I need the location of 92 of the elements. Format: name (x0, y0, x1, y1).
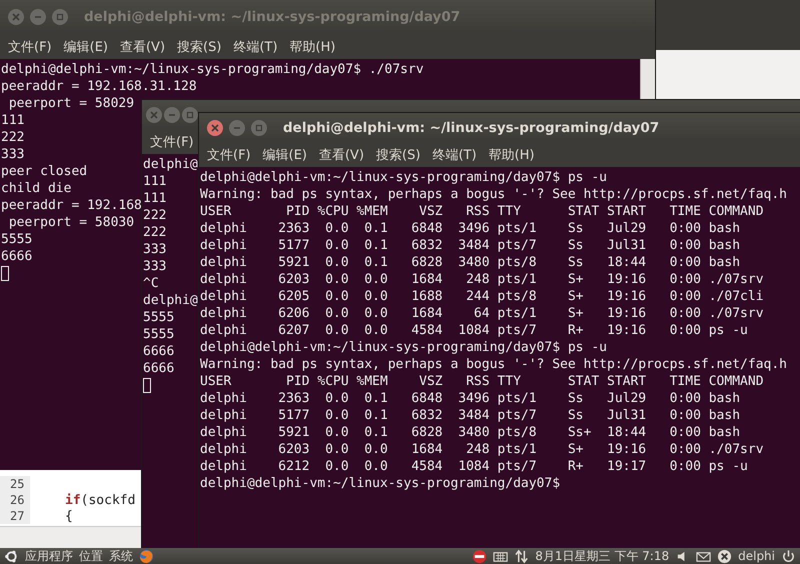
window-title: delphi@delphi-vm: ~/linux-sys-programing/day07 (84, 9, 460, 25)
close-button[interactable] (8, 9, 24, 25)
terminal-line: delphi@ (143, 156, 198, 173)
menu-item[interactable]: 查看(V) (318, 146, 364, 164)
terminal-line: 111 (143, 173, 166, 190)
terminal-line: delphi 2363 0.0 0.1 6848 3496 pts/1 Ss Jul29 0:00 bash (200, 220, 740, 237)
terminal-line: 333 (143, 241, 166, 258)
menu-item[interactable]: 编辑(E) (262, 146, 307, 164)
terminal-line: peer closed (1, 163, 88, 180)
terminal-line: delphi 6205 0.0 0.0 1688 244 pts/8 S+ 19:16 0:00 ./07cli (200, 288, 764, 305)
terminal-line: delphi@delphi-vm:~/linux-sys-programing/day07$ (200, 475, 560, 492)
menu-item[interactable]: 文件(F) (150, 132, 194, 150)
terminal-line: delphi 5921 0.0 0.1 6828 3480 pts/8 Ss 18:44 0:00 bash (200, 254, 740, 271)
terminal-line: delphi 5177 0.0 0.1 6832 3484 pts/7 Ss Jul31 0:00 bash (200, 237, 740, 254)
menu-item[interactable]: 查看(V) (120, 38, 166, 56)
terminal-line: 222 (143, 224, 166, 241)
terminal-line: delphi 5177 0.0 0.1 6832 3484 pts/7 Ss Jul31 0:00 bash (200, 407, 740, 424)
menu-item[interactable]: 帮助(H) (290, 38, 336, 56)
menu-item[interactable]: 文件(F) (207, 146, 251, 164)
code-line: if(sockfd (64, 492, 136, 508)
terminal-line: delphi 6203 0.0 0.0 1684 248 pts/1 S+ 19:16 0:00 ./07srv (200, 271, 764, 288)
terminal-line: 5555 (143, 309, 174, 326)
menu-item[interactable]: 终端(T) (233, 38, 278, 56)
panel-menu[interactable]: 系统 (109, 548, 133, 564)
close-button[interactable] (146, 106, 162, 122)
up-down-arrows-icon[interactable] (514, 548, 530, 564)
terminal-line: Warning: bad ps syntax, perhaps a bogus '-'? See http://procps.sf.net/faq.h (200, 186, 787, 203)
maximize-icon (186, 110, 194, 118)
maximize-button[interactable] (182, 106, 198, 122)
ubuntu-logo-icon[interactable] (4, 548, 19, 564)
terminal-line: 6666 (1, 248, 32, 265)
terminal-line: 111 (1, 112, 24, 129)
terminal-line: delphi@ (143, 292, 198, 309)
line-number: 25 (0, 476, 30, 492)
menu-item[interactable]: 搜索(S) (376, 146, 420, 164)
terminal-line: 5555 (143, 326, 174, 343)
terminal-line: 6666 (143, 343, 174, 360)
terminal-line: delphi 6203 0.0 0.0 1684 248 pts/1 S+ 19:16 0:00 ./07srv (200, 441, 764, 458)
panel-menu[interactable]: 位置 (79, 548, 103, 564)
terminal-line: 333 (1, 146, 24, 163)
terminal-line: Warning: bad ps syntax, perhaps a bogus '-'? See http://procps.sf.net/faq.h (200, 356, 787, 373)
terminal-line: peerport = 58030 (8, 214, 134, 231)
panel-menu[interactable]: 应用程序 (25, 548, 73, 564)
terminal-line: delphi 2363 0.0 0.1 6848 3496 pts/1 Ss Jul29 0:00 bash (200, 390, 740, 407)
no-entry-icon[interactable] (472, 548, 488, 564)
window-title: delphi@delphi-vm: ~/linux-sys-programing/day07 (283, 120, 660, 136)
terminal-line: 5555 (1, 231, 32, 248)
browser-icon[interactable] (139, 548, 154, 564)
user-name[interactable]: delphi (738, 549, 775, 563)
power-icon[interactable] (781, 548, 796, 564)
scrollbar[interactable] (640, 59, 655, 99)
terminal-line: child die (1, 180, 72, 197)
menu-item[interactable]: 文件(F) (8, 38, 52, 56)
status-icon[interactable] (717, 548, 732, 564)
minimize-button[interactable] (229, 120, 245, 136)
close-button[interactable] (207, 120, 223, 136)
terminal-line: delphi 5921 0.0 0.1 6828 3480 pts/8 Ss+ 18:44 0:00 bash (200, 424, 740, 441)
maximize-icon (255, 124, 263, 132)
terminal-line: 111 (143, 190, 166, 207)
terminal-line: delphi 6206 0.0 0.0 1684 64 pts/1 S+ 19:16 0:00 ./07srv (200, 305, 764, 322)
minimize-button[interactable] (164, 106, 180, 122)
line-number: 26 (0, 492, 30, 508)
menu-item[interactable]: 编辑(E) (64, 38, 108, 56)
terminal-line: delphi@delphi-vm:~/linux-sys-programing/day07$ ./07srv (1, 61, 424, 78)
terminal-line: 6666 (143, 360, 174, 377)
clock[interactable]: 8月1日星期三 下午 7:18 (535, 548, 670, 564)
minimize-button[interactable] (30, 9, 46, 25)
close-icon (12, 13, 20, 21)
code-line: { (64, 508, 73, 524)
close-icon (211, 124, 219, 132)
terminal-line: delphi@delphi-vm:~/linux-sys-programing/day07$ ps -u (200, 169, 607, 186)
menu-item[interactable]: 终端(T) (432, 146, 477, 164)
minimize-icon (34, 13, 42, 21)
terminal-line: 333 (143, 258, 166, 275)
terminal-line: peeraddr = 192.168.31.128 (1, 78, 197, 95)
terminal-line: delphi@delphi-vm:~/linux-sys-programing/day07$ ps -u (200, 339, 607, 356)
terminal-line: delphi 6212 0.0 0.0 4584 1084 pts/7 R+ 19:17 0:00 ps -u (200, 458, 748, 475)
menu-item[interactable]: 帮助(H) (488, 146, 534, 164)
terminal-line: delphi 6207 0.0 0.0 4584 1084 pts/7 R+ 19:16 0:00 ps -u (200, 322, 748, 339)
terminal-line: USER PID %CPU %MEM VSZ RSS TTY STAT START TIME COMMAND (200, 203, 764, 220)
terminal-line: 222 (143, 207, 166, 224)
terminal-line: peerport = 58029 (8, 95, 134, 112)
maximize-button[interactable] (52, 9, 68, 25)
maximize-button[interactable] (251, 120, 267, 136)
close-icon (150, 110, 158, 118)
maximize-icon (56, 13, 64, 21)
terminal-line: USER PID %CPU %MEM VSZ RSS TTY STAT START TIME COMMAND (200, 373, 764, 390)
terminal-line: peeraddr = 192.168 (1, 197, 142, 214)
menu-item[interactable]: 搜索(S) (177, 38, 222, 56)
line-number: 27 (0, 508, 30, 524)
terminal-line: 222 (1, 129, 24, 146)
terminal-line: ^C (143, 275, 159, 292)
